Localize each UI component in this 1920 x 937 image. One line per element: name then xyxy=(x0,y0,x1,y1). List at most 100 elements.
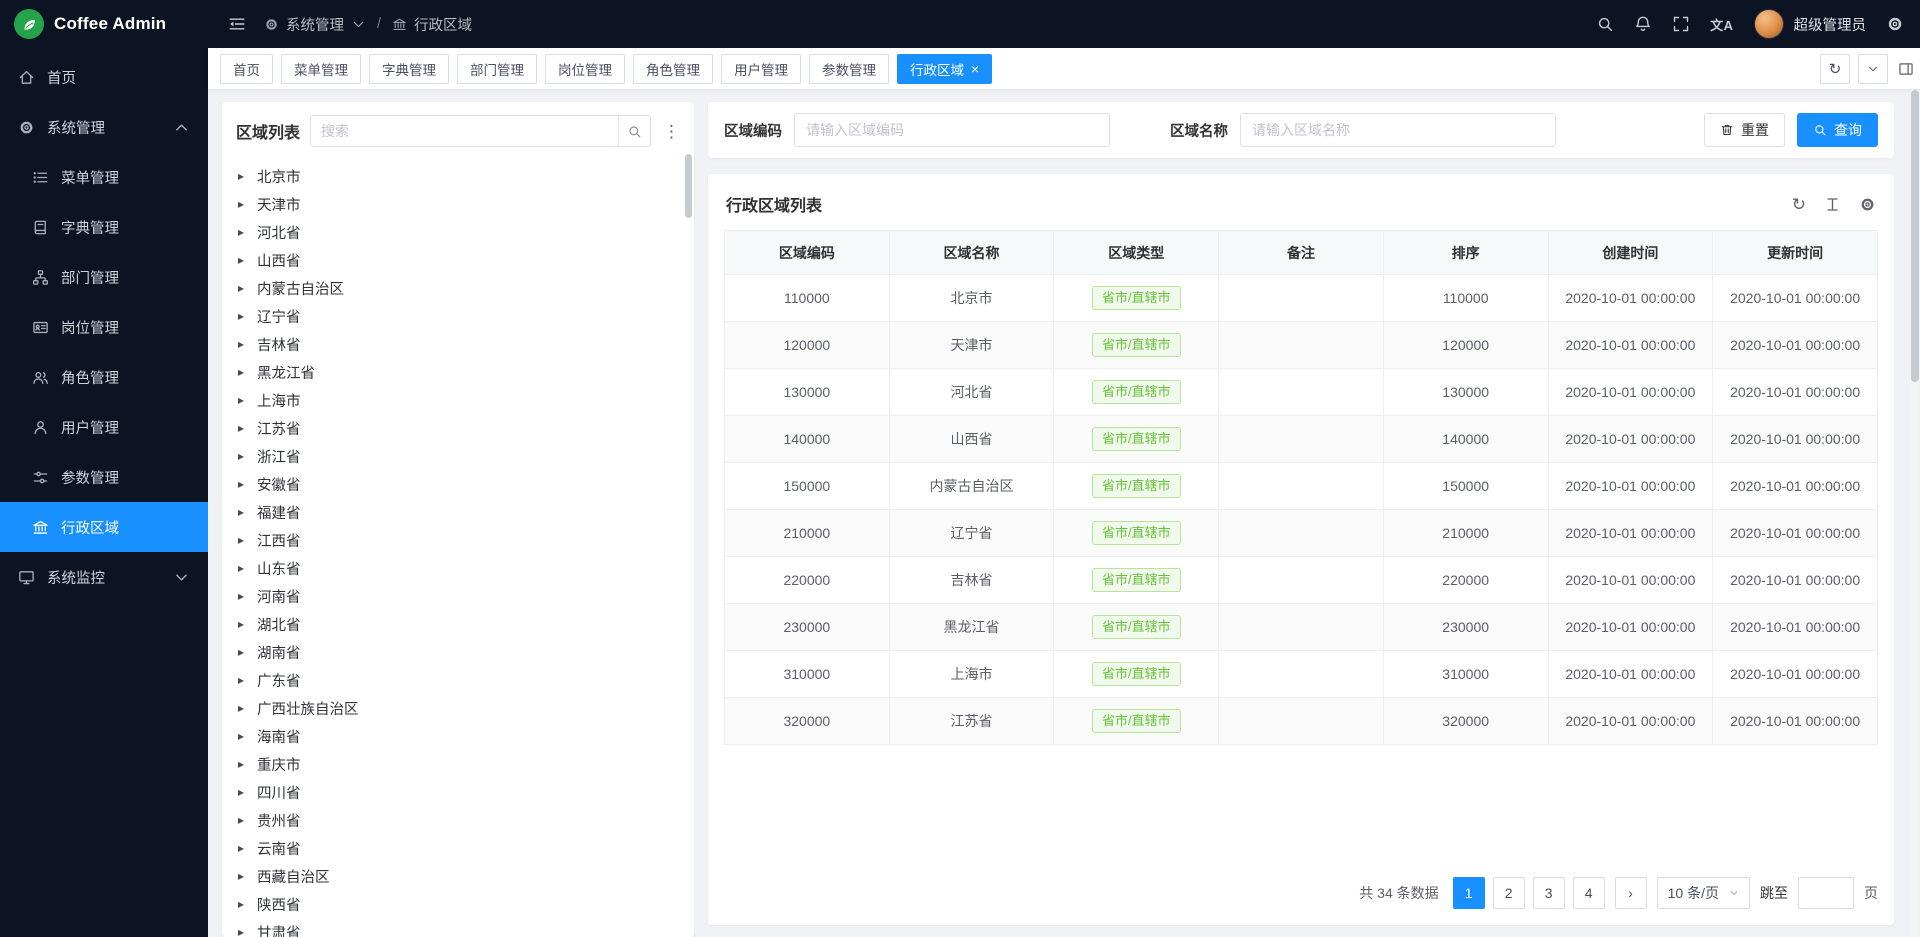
region-code-input[interactable] xyxy=(794,113,1110,147)
caret-right-icon[interactable]: ▸ xyxy=(238,674,248,686)
tree-item[interactable]: ▸ 河北省 xyxy=(224,218,694,246)
tree-item[interactable]: ▸ 西藏自治区 xyxy=(224,862,694,890)
tree-item[interactable]: ▸ 甘肃省 xyxy=(224,918,694,937)
tree-item[interactable]: ▸ 福建省 xyxy=(224,498,694,526)
caret-right-icon[interactable]: ▸ xyxy=(238,590,248,602)
tree-item[interactable]: ▸ 山东省 xyxy=(224,554,694,582)
table-row[interactable]: 150000 内蒙古自治区 省市/直辖市 150000 2020-10-01 0… xyxy=(725,463,1878,510)
tree-item[interactable]: ▸ 湖南省 xyxy=(224,638,694,666)
caret-right-icon[interactable]: ▸ xyxy=(238,478,248,490)
column-header[interactable]: 备注 xyxy=(1219,231,1384,275)
tree-search-input[interactable] xyxy=(311,123,618,139)
tree-item[interactable]: ▸ 重庆市 xyxy=(224,750,694,778)
table-row[interactable]: 110000 北京市 省市/直辖市 110000 2020-10-01 00:0… xyxy=(725,275,1878,322)
caret-right-icon[interactable]: ▸ xyxy=(238,366,248,378)
table-row[interactable]: 310000 上海市 省市/直辖市 310000 2020-10-01 00:0… xyxy=(725,651,1878,698)
table-row[interactable]: 140000 山西省 省市/直辖市 140000 2020-10-01 00:0… xyxy=(725,416,1878,463)
caret-right-icon[interactable]: ▸ xyxy=(238,394,248,406)
tree-item[interactable]: ▸ 湖北省 xyxy=(224,610,694,638)
caret-right-icon[interactable]: ▸ xyxy=(238,926,248,937)
tree-item[interactable]: ▸ 吉林省 xyxy=(224,330,694,358)
table-row[interactable]: 230000 黑龙江省 省市/直辖市 230000 2020-10-01 00:… xyxy=(725,604,1878,651)
tree-item[interactable]: ▸ 安徽省 xyxy=(224,470,694,498)
logo[interactable]: Coffee Admin xyxy=(0,0,208,48)
table-row[interactable]: 130000 河北省 省市/直辖市 130000 2020-10-01 00:0… xyxy=(725,369,1878,416)
sidebar-item-user-management[interactable]: 用户管理 xyxy=(0,402,208,452)
region-name-input[interactable] xyxy=(1240,113,1556,147)
tree-item[interactable]: ▸ 黑龙江省 xyxy=(224,358,694,386)
sidebar-item-dept-management[interactable]: 部门管理 xyxy=(0,252,208,302)
reset-button[interactable]: 重置 xyxy=(1704,113,1785,147)
tree-item[interactable]: ▸ 河南省 xyxy=(224,582,694,610)
caret-right-icon[interactable]: ▸ xyxy=(238,618,248,630)
tab[interactable]: 部门管理 × xyxy=(457,54,537,84)
tree-item[interactable]: ▸ 山西省 xyxy=(224,246,694,274)
sidebar-item-dict-management[interactable]: 字典管理 xyxy=(0,202,208,252)
sidebar-item-param-management[interactable]: 参数管理 xyxy=(0,452,208,502)
tab[interactable]: 首页 × xyxy=(220,54,273,84)
column-header[interactable]: 创建时间 xyxy=(1548,231,1713,275)
tree-item[interactable]: ▸ 浙江省 xyxy=(224,442,694,470)
tab[interactable]: 行政区域 × xyxy=(897,54,992,84)
caret-right-icon[interactable]: ▸ xyxy=(238,450,248,462)
tree-item[interactable]: ▸ 辽宁省 xyxy=(224,302,694,330)
tree-item[interactable]: ▸ 上海市 xyxy=(224,386,694,414)
tab[interactable]: 参数管理 × xyxy=(809,54,889,84)
sidebar-item-post-management[interactable]: 岗位管理 xyxy=(0,302,208,352)
page-button[interactable]: 3 xyxy=(1533,877,1565,909)
bell-icon[interactable] xyxy=(1634,15,1652,33)
sidebar-collapse-icon[interactable] xyxy=(228,15,246,33)
refresh-icon[interactable]: ↻ xyxy=(1792,196,1806,213)
table-row[interactable]: 120000 天津市 省市/直辖市 120000 2020-10-01 00:0… xyxy=(725,322,1878,369)
sidebar-item-role-management[interactable]: 角色管理 xyxy=(0,352,208,402)
page-button[interactable]: 1 xyxy=(1453,877,1485,909)
sidebar-item-home[interactable]: 首页 xyxy=(0,52,208,102)
column-header[interactable]: 区域名称 xyxy=(889,231,1054,275)
column-header[interactable]: 更新时间 xyxy=(1713,231,1878,275)
tab[interactable]: 用户管理 × xyxy=(721,54,801,84)
page-button[interactable]: 4 xyxy=(1573,877,1605,909)
chevron-down-icon[interactable] xyxy=(1858,54,1888,84)
tree-item[interactable]: ▸ 北京市 xyxy=(224,162,694,190)
caret-right-icon[interactable]: ▸ xyxy=(238,646,248,658)
next-page-button[interactable]: › xyxy=(1615,877,1647,909)
tree-item[interactable]: ▸ 内蒙古自治区 xyxy=(224,274,694,302)
caret-right-icon[interactable]: ▸ xyxy=(238,534,248,546)
tree-item[interactable]: ▸ 天津市 xyxy=(224,190,694,218)
caret-right-icon[interactable]: ▸ xyxy=(238,226,248,238)
tree-item[interactable]: ▸ 海南省 xyxy=(224,722,694,750)
caret-right-icon[interactable]: ▸ xyxy=(238,870,248,882)
window-scrollbar-thumb[interactable] xyxy=(1911,90,1919,382)
sidebar-item-region[interactable]: 行政区域 xyxy=(0,502,208,552)
tree-scrollbar[interactable] xyxy=(685,154,692,933)
tree-item[interactable]: ▸ 陕西省 xyxy=(224,890,694,918)
tab[interactable]: 岗位管理 × xyxy=(545,54,625,84)
sidebar-group-system[interactable]: 系统管理 xyxy=(0,102,208,152)
caret-right-icon[interactable]: ▸ xyxy=(238,898,248,910)
tree-item[interactable]: ▸ 四川省 xyxy=(224,778,694,806)
caret-right-icon[interactable]: ▸ xyxy=(238,842,248,854)
avatar[interactable] xyxy=(1754,9,1784,39)
caret-right-icon[interactable]: ▸ xyxy=(238,702,248,714)
caret-right-icon[interactable]: ▸ xyxy=(238,786,248,798)
tab-close-icon[interactable]: × xyxy=(971,62,979,76)
column-header[interactable]: 排序 xyxy=(1383,231,1548,275)
fullscreen-icon[interactable] xyxy=(1672,15,1690,33)
tab[interactable]: 字典管理 × xyxy=(369,54,449,84)
caret-right-icon[interactable]: ▸ xyxy=(238,198,248,210)
tree-item[interactable]: ▸ 云南省 xyxy=(224,834,694,862)
breadcrumb-section[interactable]: 系统管理 xyxy=(286,14,344,35)
search-icon[interactable] xyxy=(1596,15,1614,33)
user-name[interactable]: 超级管理员 xyxy=(1794,14,1867,35)
caret-right-icon[interactable]: ▸ xyxy=(238,170,248,182)
caret-right-icon[interactable]: ▸ xyxy=(238,422,248,434)
tab[interactable]: 角色管理 × xyxy=(633,54,713,84)
caret-right-icon[interactable]: ▸ xyxy=(238,282,248,294)
caret-right-icon[interactable]: ▸ xyxy=(238,338,248,350)
caret-right-icon[interactable]: ▸ xyxy=(238,310,248,322)
table-row[interactable]: 320000 江苏省 省市/直辖市 320000 2020-10-01 00:0… xyxy=(725,698,1878,745)
tree-item[interactable]: ▸ 江苏省 xyxy=(224,414,694,442)
search-icon[interactable] xyxy=(618,116,650,146)
translate-icon[interactable]: 文A xyxy=(1710,15,1733,34)
caret-right-icon[interactable]: ▸ xyxy=(238,730,248,742)
